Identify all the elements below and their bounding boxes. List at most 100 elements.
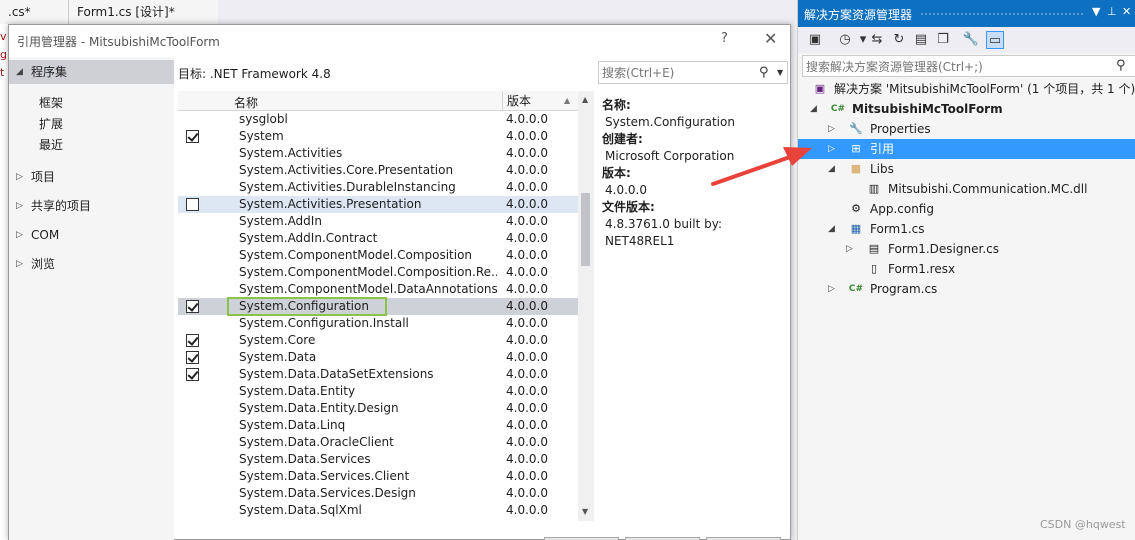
assembly-checkbox[interactable]	[186, 334, 199, 347]
table-row[interactable]: System.Data.Services.Design 4.0.0.0	[178, 485, 578, 502]
sync-icon[interactable]: ⇆	[868, 31, 886, 49]
table-row[interactable]: System.ComponentModel.DataAnnotations 4.0…	[178, 281, 578, 298]
table-row[interactable]: System.Data.DataSetExtensions 4.0.0.0	[178, 366, 578, 383]
tree-form1-designer[interactable]: ▷ ▤ Form1.Designer.cs	[798, 239, 1135, 259]
assembly-checkbox[interactable]	[186, 198, 199, 211]
table-row[interactable]: System.Data.Services 4.0.0.0	[178, 451, 578, 468]
help-button[interactable]: ?	[721, 31, 728, 46]
search-icon[interactable]: ⚲	[759, 65, 769, 80]
expand-arrow-icon: ▷	[16, 230, 23, 240]
assembly-checkbox[interactable]	[186, 351, 199, 364]
tree-project[interactable]: ◢ C# MitsubishiMcToolForm	[798, 99, 1135, 119]
assembly-name: System.Data.SqlXml	[239, 503, 362, 517]
list-scrollbar[interactable]: ▲ ▼	[578, 91, 594, 521]
expand-arrow-icon: ▷	[16, 172, 23, 182]
expand-arrow-icon[interactable]: ▷	[828, 139, 835, 159]
nav-com[interactable]: ▷ COM	[9, 223, 174, 247]
assembly-version: 4.0.0.0	[506, 231, 548, 245]
show-all-files-icon[interactable]: ❐	[934, 31, 952, 49]
assembly-checkbox[interactable]	[186, 130, 199, 143]
assembly-name: System.AddIn.Contract	[239, 231, 378, 245]
table-row[interactable]: System.Data.OracleClient 4.0.0.0	[178, 434, 578, 451]
solution-icon: ▣	[814, 82, 826, 95]
table-row[interactable]: System.AddIn.Contract 4.0.0.0	[178, 230, 578, 247]
table-row[interactable]: System.Data.Entity 4.0.0.0	[178, 383, 578, 400]
collapse-arrow-icon[interactable]: ◢	[810, 99, 817, 119]
highlight-box	[227, 297, 387, 316]
expand-arrow-icon[interactable]: ▷	[846, 239, 853, 259]
preview-icon[interactable]: ▭	[986, 31, 1004, 49]
editor-tab-cs[interactable]: .cs*	[0, 0, 68, 24]
solution-search-input[interactable]	[806, 59, 1106, 75]
scroll-down-icon[interactable]: ▼	[582, 507, 588, 516]
table-row[interactable]: System.Core 4.0.0.0	[178, 332, 578, 349]
properties-icon[interactable]: 🔧	[962, 31, 980, 49]
nav-framework[interactable]: 框架	[39, 93, 63, 113]
editor-tab-form1-designer[interactable]: Form1.cs [设计]*	[68, 0, 218, 24]
tree-form1[interactable]: ◢ ▦ Form1.cs	[798, 219, 1135, 239]
table-row[interactable]: System.Data.Entity.Design 4.0.0.0	[178, 400, 578, 417]
tree-solution[interactable]: ▣ 解决方案 'MitsubishiMcToolForm' (1 个项目，共 1…	[798, 79, 1135, 99]
tree-libs[interactable]: ◢ ■ Libs	[798, 159, 1135, 179]
table-row[interactable]: System.Data.Linq 4.0.0.0	[178, 417, 578, 434]
form-icon: ▦	[850, 222, 862, 235]
expand-arrow-icon[interactable]: ▷	[828, 119, 835, 139]
nav-recent[interactable]: 最近	[39, 135, 63, 155]
csharp-file-icon: C#	[848, 284, 864, 294]
expand-arrow-icon[interactable]: ▷	[828, 279, 835, 299]
tree-app-config[interactable]: ⚙ App.config	[798, 199, 1135, 219]
nav-browse[interactable]: ▷ 浏览	[9, 252, 174, 276]
table-row[interactable]: System.Activities.DurableInstancing 4.0.0…	[178, 179, 578, 196]
scroll-thumb[interactable]	[581, 193, 590, 266]
tree-references[interactable]: ▷ ⊞ 引用	[798, 139, 1135, 159]
nav-extensions[interactable]: 扩展	[39, 114, 63, 134]
table-row[interactable]: System.Data.SqlXml 4.0.0.0	[178, 502, 578, 519]
column-header-name[interactable]: 名称	[234, 94, 258, 111]
table-row[interactable]: System.Configuration.Install 4.0.0.0	[178, 315, 578, 332]
solution-search[interactable]: ⚲	[802, 55, 1135, 77]
tree-program[interactable]: ▷ C# Program.cs	[798, 279, 1135, 299]
table-row[interactable]: System.ComponentModel.Composition 4.0.0.0	[178, 247, 578, 264]
table-row[interactable]: sysglobl 4.0.0.0	[178, 111, 578, 128]
solution-explorer-toolbar: ▣ ◷ ▾ ⇆ ↻ ▤ ❐ 🔧 ▭	[798, 27, 1135, 53]
assembly-name: System.Data.Services.Design	[239, 486, 416, 500]
chevron-down-icon[interactable]: ▼	[777, 68, 783, 77]
search-input[interactable]	[602, 65, 752, 81]
collapse-arrow-icon[interactable]: ◢	[828, 159, 835, 179]
assembly-search[interactable]: ⚲ ▼	[598, 61, 788, 84]
assembly-version: 4.0.0.0	[506, 214, 548, 228]
dialog-title: 引用管理器 - MitsubishiMcToolForm	[17, 35, 220, 49]
refresh-icon[interactable]: ↻	[890, 31, 908, 49]
close-button[interactable]: ✕	[764, 29, 777, 48]
collapse-all-icon[interactable]: ▤	[912, 31, 930, 49]
table-row[interactable]: System.Activities 4.0.0.0	[178, 145, 578, 162]
close-icon[interactable]: ✕	[1122, 5, 1131, 18]
table-row[interactable]: System.Configuration 4.0.0.0	[178, 297, 578, 316]
tree-properties[interactable]: ▷ 🔧 Properties	[798, 119, 1135, 139]
table-row[interactable]: System.Data.Services.Client 4.0.0.0	[178, 468, 578, 485]
tree-form1-resx[interactable]: ▯ Form1.resx	[798, 259, 1135, 279]
scroll-up-icon[interactable]: ▲	[582, 95, 588, 104]
detail-file-version-value: 4.8.3761.0 built by: NET48REL1	[605, 217, 722, 248]
table-row[interactable]: System.AddIn 4.0.0.0	[178, 213, 578, 230]
editor-tab-strip: .cs* Form1.cs [设计]*	[0, 0, 797, 24]
table-row[interactable]: System.Activities.Presentation 4.0.0.0	[178, 196, 578, 213]
dropdown-icon[interactable]: ▼	[1092, 5, 1100, 18]
switch-views-icon[interactable]: ▣	[806, 31, 824, 49]
table-row[interactable]: System.Data 4.0.0.0	[178, 349, 578, 366]
nav-projects[interactable]: ▷ 项目	[9, 165, 174, 189]
history-icon[interactable]: ◷	[836, 31, 854, 49]
nav-shared-projects[interactable]: ▷ 共享的项目	[9, 194, 174, 218]
assembly-checkbox[interactable]	[186, 300, 199, 313]
assembly-checkbox[interactable]	[186, 368, 199, 381]
nav-assemblies[interactable]: ◢ 程序集	[9, 60, 174, 84]
assembly-name: System.Activities	[239, 146, 343, 160]
pin-icon[interactable]: ⊥	[1107, 5, 1117, 18]
collapse-arrow-icon[interactable]: ◢	[828, 219, 835, 239]
table-row[interactable]: System.Activities.Core.Presentation 4.0.0…	[178, 162, 578, 179]
tree-dll[interactable]: ▥ Mitsubishi.Communication.MC.dll	[798, 179, 1135, 199]
table-row[interactable]: System 4.0.0.0	[178, 128, 578, 145]
table-row[interactable]: System.ComponentModel.Composition.Re... 4…	[178, 264, 578, 281]
search-icon[interactable]: ⚲	[1116, 58, 1126, 73]
assembly-name: System.Activities.DurableInstancing	[239, 180, 456, 194]
